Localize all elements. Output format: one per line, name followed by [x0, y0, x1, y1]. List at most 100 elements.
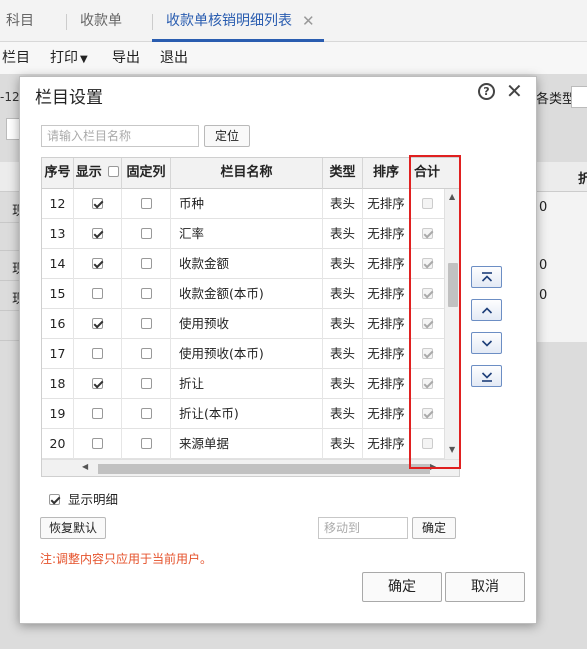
table-row[interactable]: 13 汇率 表头 无排序	[42, 219, 444, 249]
show-detail-toggle[interactable]: 显示明细	[49, 489, 118, 508]
locate-button[interactable]: 定位	[204, 125, 250, 147]
move-to-input[interactable]	[318, 517, 408, 539]
tab-receipt-writeoff-detail[interactable]: 收款单核销明细列表	[166, 0, 292, 42]
row-no: 15	[42, 279, 74, 309]
scroll-right-arrow-icon[interactable]: ▶	[430, 462, 436, 471]
tab-bar: 科目 收款单 收款单核销明细列表 ✕	[0, 0, 587, 42]
row-sort: 无排序	[363, 369, 410, 399]
table-row[interactable]: 14 收款金额 表头 无排序	[42, 249, 444, 279]
table-row[interactable]: 20 来源单据 表头 无排序	[42, 429, 444, 459]
restore-default-button[interactable]: 恢复默认	[40, 517, 106, 539]
column-button[interactable]: 栏目	[2, 42, 30, 74]
row-type: 表头	[323, 399, 363, 429]
row-fixed-checkbox[interactable]	[140, 258, 152, 269]
row-show-checkbox[interactable]	[92, 288, 103, 299]
row-show-checkbox[interactable]	[92, 198, 103, 209]
filter-label: 各类型	[536, 92, 576, 107]
row-fixed-checkbox[interactable]	[140, 348, 152, 359]
cancel-button[interactable]: 取消	[445, 572, 525, 602]
vertical-scroll-thumb[interactable]	[448, 263, 458, 307]
row-fixed-checkbox[interactable]	[140, 378, 152, 389]
row-type: 表头	[323, 189, 363, 219]
row-show-checkbox[interactable]	[92, 408, 103, 419]
background-row-value: 0	[539, 258, 548, 273]
row-sum-checkbox	[421, 438, 433, 449]
row-column-name: 折让(本币)	[171, 399, 323, 429]
row-fixed-cell	[122, 219, 171, 249]
ok-button[interactable]: 确定	[362, 572, 442, 602]
horizontal-scrollbar[interactable]: ◀ ▶	[42, 459, 459, 476]
header-type: 类型	[323, 158, 363, 189]
print-label: 打印	[50, 50, 78, 66]
row-fixed-checkbox[interactable]	[140, 228, 152, 239]
row-sum-checkbox	[421, 318, 433, 329]
table-row[interactable]: 16 使用预收 表头 无排序	[42, 309, 444, 339]
table-row[interactable]: 17 使用预收(本币) 表头 无排序	[42, 339, 444, 369]
row-fixed-cell	[122, 309, 171, 339]
row-no: 20	[42, 429, 74, 459]
row-no: 18	[42, 369, 74, 399]
move-up-button[interactable]	[471, 299, 502, 321]
tab-divider	[66, 14, 67, 30]
move-bottom-icon	[481, 372, 492, 382]
row-show-cell	[74, 399, 122, 429]
row-sum-checkbox	[421, 288, 433, 299]
horizontal-scroll-thumb[interactable]	[98, 464, 430, 474]
tab-subject[interactable]: 科目	[6, 0, 34, 42]
row-fixed-checkbox[interactable]	[140, 288, 152, 299]
row-fixed-checkbox[interactable]	[140, 318, 152, 329]
row-show-checkbox[interactable]	[92, 378, 103, 389]
show-detail-checkbox[interactable]	[49, 494, 60, 505]
row-fixed-cell	[122, 369, 171, 399]
row-fixed-cell	[122, 429, 171, 459]
row-show-checkbox[interactable]	[92, 258, 103, 269]
move-up-icon	[481, 307, 492, 314]
table-row[interactable]: 19 折让(本币) 表头 无排序	[42, 399, 444, 429]
scroll-up-arrow-icon[interactable]: ▲	[449, 192, 455, 201]
export-button[interactable]: 导出	[112, 42, 140, 74]
move-confirm-button[interactable]: 确定	[412, 517, 456, 539]
row-show-cell	[74, 369, 122, 399]
row-type: 表头	[323, 219, 363, 249]
row-fixed-checkbox[interactable]	[140, 198, 152, 209]
vertical-scrollbar[interactable]: ▲ ▼	[444, 189, 459, 459]
exit-button[interactable]: 退出	[160, 42, 188, 74]
print-button[interactable]: 打印 ▼	[50, 42, 88, 76]
dialog-title: 栏目设置	[35, 88, 103, 108]
row-show-checkbox[interactable]	[92, 228, 103, 239]
row-fixed-cell	[122, 339, 171, 369]
row-column-name: 币种	[171, 189, 323, 219]
row-fixed-checkbox[interactable]	[140, 438, 152, 449]
row-fixed-cell	[122, 189, 171, 219]
move-bottom-button[interactable]	[471, 365, 502, 387]
row-sort: 无排序	[363, 189, 410, 219]
grid-body: 12 币种 表头 无排序 13 汇率 表头 无排序 14 收款金额 表头 无排序 15 收款金额(本币) 表…	[42, 189, 444, 459]
adjustment-note: 注:调整内容只应用于当前用户。	[40, 552, 213, 566]
background-row-divider	[0, 250, 20, 251]
help-icon[interactable]: ?	[478, 83, 495, 100]
row-show-checkbox[interactable]	[92, 348, 103, 359]
table-row[interactable]: 15 收款金额(本币) 表头 无排序	[42, 279, 444, 309]
scroll-left-arrow-icon[interactable]: ◀	[82, 462, 88, 471]
close-icon[interactable]: ✕	[506, 79, 523, 103]
column-search-input[interactable]	[41, 125, 199, 147]
scroll-down-arrow-icon[interactable]: ▼	[449, 445, 455, 454]
move-top-button[interactable]	[471, 266, 502, 288]
row-type: 表头	[323, 339, 363, 369]
row-show-checkbox[interactable]	[92, 318, 103, 329]
row-show-checkbox[interactable]	[92, 438, 103, 449]
move-down-button[interactable]	[471, 332, 502, 354]
tab-receipt[interactable]: 收款单	[80, 0, 122, 42]
row-sort: 无排序	[363, 279, 410, 309]
background-row-divider	[0, 222, 20, 223]
table-row[interactable]: 12 币种 表头 无排序	[42, 189, 444, 219]
tab-close-icon[interactable]: ✕	[302, 0, 315, 42]
header-show[interactable]: 显示	[74, 158, 122, 189]
table-row[interactable]: 18 折让 表头 无排序	[42, 369, 444, 399]
filter-input[interactable]	[6, 118, 20, 140]
row-fixed-checkbox[interactable]	[140, 408, 152, 419]
show-all-checkbox[interactable]	[108, 166, 120, 177]
row-sort: 无排序	[363, 219, 410, 249]
show-detail-label: 显示明细	[67, 492, 118, 507]
filter-select[interactable]	[571, 86, 587, 108]
